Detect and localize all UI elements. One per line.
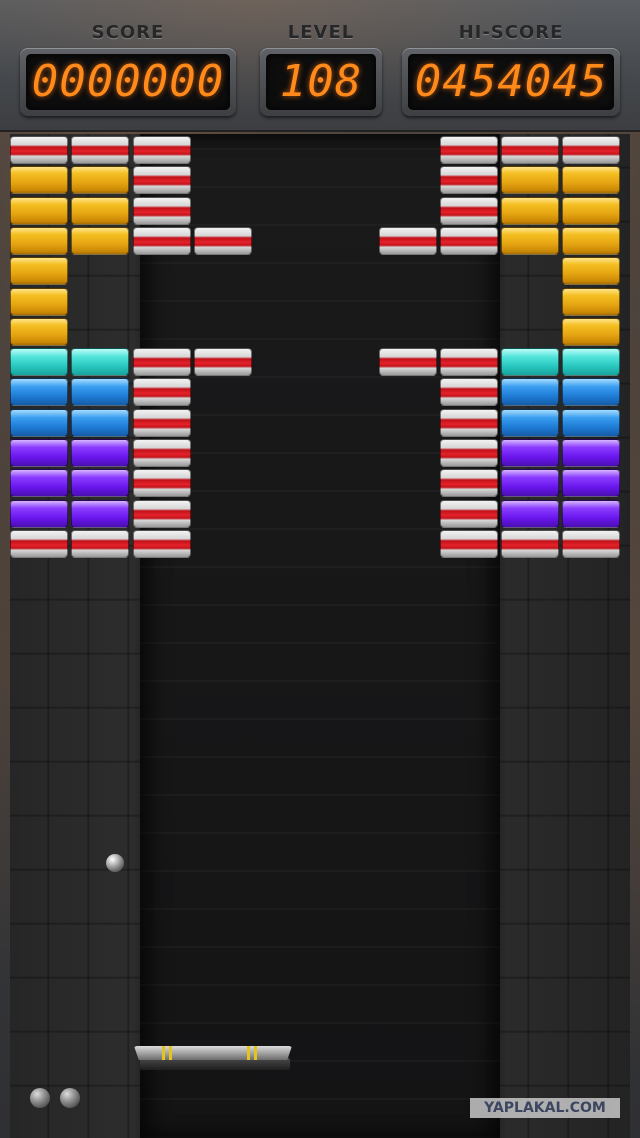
brick-gold — [71, 197, 129, 225]
brick-gold — [501, 166, 559, 194]
brick-blue — [71, 409, 129, 437]
brick-red — [194, 348, 252, 376]
brick-purple — [10, 500, 68, 528]
level-value: 108 — [266, 54, 376, 110]
brick-red — [133, 227, 191, 255]
score-display: 0000000 — [20, 48, 236, 116]
brick-purple — [10, 469, 68, 497]
brick-red — [133, 348, 191, 376]
brick-purple — [501, 500, 559, 528]
brick-gold — [562, 318, 620, 346]
brick-gold — [10, 288, 68, 316]
brick-red — [440, 409, 498, 437]
brick-purple — [562, 500, 620, 528]
brick-gold — [10, 197, 68, 225]
brick-red — [10, 530, 68, 558]
brick-gold — [562, 288, 620, 316]
brick-gold — [501, 227, 559, 255]
brick-blue — [10, 409, 68, 437]
hiscore-value: 0454045 — [408, 54, 614, 110]
playfield[interactable] — [10, 134, 630, 1138]
brick-red — [133, 197, 191, 225]
score-label: SCORE — [91, 22, 165, 43]
brick-blue — [501, 378, 559, 406]
brick-red — [133, 166, 191, 194]
brick-red — [379, 227, 437, 255]
brick-red — [562, 530, 620, 558]
brick-blue — [10, 378, 68, 406]
ball — [106, 854, 124, 872]
paddle-stripe — [162, 1046, 165, 1060]
brick-red — [440, 378, 498, 406]
brick-cyan — [562, 348, 620, 376]
life-ball-icon — [30, 1088, 50, 1108]
life-ball-icon — [60, 1088, 80, 1108]
brick-red — [133, 136, 191, 164]
brick-red — [379, 348, 437, 376]
brick-purple — [501, 469, 559, 497]
brick-red — [440, 197, 498, 225]
brick-gold — [562, 197, 620, 225]
brick-red — [440, 469, 498, 497]
brick-red — [133, 530, 191, 558]
brick-gold — [562, 166, 620, 194]
brick-purple — [562, 439, 620, 467]
brick-purple — [71, 439, 129, 467]
brick-red — [133, 378, 191, 406]
level-display: 108 — [260, 48, 382, 116]
brick-red — [440, 530, 498, 558]
brick-red — [440, 227, 498, 255]
brick-cyan — [501, 348, 559, 376]
background-shaft — [140, 134, 500, 1138]
brick-gold — [10, 257, 68, 285]
paddle-stripe — [254, 1046, 257, 1060]
brick-cyan — [71, 348, 129, 376]
brick-purple — [501, 439, 559, 467]
brick-red — [194, 227, 252, 255]
brick-red — [133, 500, 191, 528]
brick-gold — [562, 227, 620, 255]
brick-blue — [501, 409, 559, 437]
brick-blue — [562, 378, 620, 406]
brick-red — [133, 469, 191, 497]
hud-panel: SCORE 0000000 LEVEL 108 HI-SCORE 0454045 — [0, 0, 640, 132]
brick-red — [562, 136, 620, 164]
paddle-stripe — [247, 1046, 250, 1060]
brick-gold — [10, 318, 68, 346]
brick-red — [501, 530, 559, 558]
brick-blue — [71, 378, 129, 406]
brick-red — [501, 136, 559, 164]
brick-red — [71, 136, 129, 164]
brick-red — [133, 409, 191, 437]
brick-gold — [71, 166, 129, 194]
brick-gold — [10, 227, 68, 255]
brick-purple — [562, 469, 620, 497]
hiscore-display: 0454045 — [402, 48, 620, 116]
brick-cyan — [10, 348, 68, 376]
paddle[interactable] — [134, 1046, 292, 1060]
watermark: YAPLAKAL.COM — [470, 1098, 620, 1118]
brick-red — [71, 530, 129, 558]
brick-red — [10, 136, 68, 164]
brick-blue — [562, 409, 620, 437]
hiscore-label: HI-SCORE — [458, 22, 564, 43]
brick-gold — [10, 166, 68, 194]
brick-purple — [71, 500, 129, 528]
score-value: 0000000 — [26, 54, 230, 110]
brick-purple — [10, 439, 68, 467]
brick-red — [440, 439, 498, 467]
brick-purple — [71, 469, 129, 497]
brick-red — [440, 500, 498, 528]
brick-red — [440, 166, 498, 194]
brick-red — [133, 439, 191, 467]
level-label: LEVEL — [287, 22, 355, 43]
brick-red — [440, 136, 498, 164]
brick-gold — [562, 257, 620, 285]
brick-gold — [501, 197, 559, 225]
paddle-stripe — [169, 1046, 172, 1060]
brick-gold — [71, 227, 129, 255]
brick-red — [440, 348, 498, 376]
